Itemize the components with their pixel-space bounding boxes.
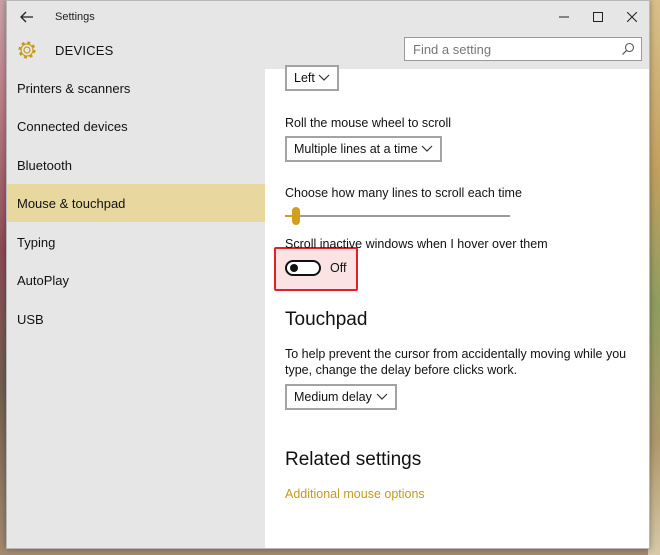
sidebar: Printers & scanners Connected devices Bl… [7, 69, 265, 548]
sidebar-item-label: Bluetooth [17, 157, 72, 173]
lines-slider-thumb[interactable] [292, 207, 301, 225]
touchpad-heading: Touchpad [285, 309, 368, 330]
touchpad-delay-select[interactable]: Medium delay [285, 384, 397, 410]
sidebar-item-bluetooth[interactable]: Bluetooth [7, 146, 265, 184]
chevron-down-icon [421, 145, 433, 152]
lines-slider-track[interactable] [285, 215, 510, 217]
chevron-down-icon [376, 393, 388, 400]
sidebar-item-usb[interactable]: USB [7, 300, 265, 338]
toggle-state-label: Off [330, 261, 347, 275]
touchpad-delay-value: Medium delay [294, 390, 372, 404]
toggle-knob [290, 264, 298, 272]
close-button[interactable] [615, 1, 649, 33]
touchpad-description: To help prevent the cursor from accident… [285, 347, 627, 377]
gear-icon [18, 41, 36, 59]
settings-window: Settings DEVICES Find a setting Printers… [6, 0, 650, 549]
sidebar-item-typing[interactable]: Typing [7, 223, 265, 261]
maximize-button[interactable] [581, 1, 615, 33]
scroll-inactive-label: Scroll inactive windows when I hover ove… [285, 237, 548, 251]
sidebar-item-label: USB [17, 311, 44, 327]
sidebar-item-label: Printers & scanners [17, 80, 131, 96]
additional-mouse-options-link[interactable]: Additional mouse options [285, 487, 425, 501]
search-icon[interactable] [621, 42, 635, 56]
minimize-icon [559, 16, 569, 18]
section-title: DEVICES [55, 43, 114, 58]
back-button[interactable] [7, 1, 47, 33]
title-bar[interactable]: Settings [7, 1, 649, 33]
sidebar-item-mouse-touchpad[interactable]: Mouse & touchpad [7, 184, 265, 222]
minimize-button[interactable] [547, 1, 581, 33]
related-settings-heading: Related settings [285, 449, 422, 470]
sidebar-item-label: Connected devices [17, 118, 128, 134]
back-arrow-icon [20, 11, 33, 23]
search-box[interactable] [404, 37, 642, 61]
settings-header: DEVICES [7, 33, 649, 69]
scroll-mode-select[interactable]: Multiple lines at a time [285, 136, 442, 162]
close-icon [627, 12, 637, 22]
sidebar-item-label: AutoPlay [17, 272, 70, 288]
scroll-setting-label: Roll the mouse wheel to scroll [285, 116, 452, 130]
sidebar-item-printers-scanners[interactable]: Printers & scanners [7, 69, 265, 107]
search-input[interactable] [405, 38, 605, 60]
chevron-down-icon [318, 74, 330, 81]
scroll-mode-value: Multiple lines at a time [294, 142, 418, 156]
sidebar-item-label: Typing [17, 234, 56, 250]
lines-to-scroll-label: Choose how many lines to scroll each tim… [285, 186, 522, 200]
primary-button-value: Left [294, 71, 315, 85]
scroll-inactive-toggle[interactable] [285, 260, 321, 276]
window-controls [547, 1, 649, 33]
primary-button-select[interactable]: Left [285, 65, 339, 91]
sidebar-item-label: Mouse & touchpad [17, 195, 126, 211]
maximize-icon [593, 12, 603, 22]
sidebar-item-autoplay[interactable]: AutoPlay [7, 261, 265, 299]
main-content: Left Roll the mouse wheel to scroll Mult… [265, 65, 649, 548]
window-title: Settings [55, 11, 95, 23]
sidebar-item-connected-devices[interactable]: Connected devices [7, 107, 265, 145]
